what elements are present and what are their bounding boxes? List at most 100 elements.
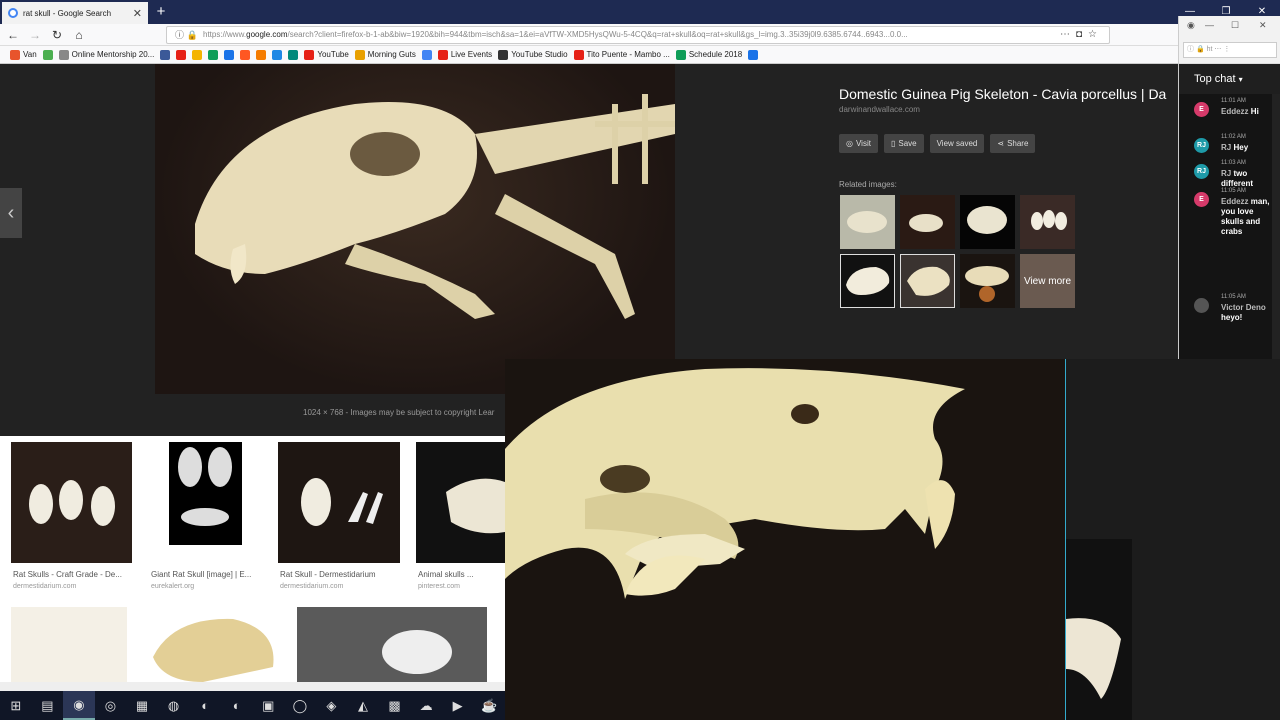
bookmark-item[interactable] (288, 49, 299, 60)
message-author[interactable]: RJ (1221, 169, 1231, 178)
result-image[interactable] (143, 607, 281, 687)
related-thumb[interactable] (1020, 195, 1075, 249)
game-icon[interactable]: ◈ (316, 691, 348, 720)
horizontal-scrollbar[interactable] (0, 682, 505, 691)
save-button[interactable]: ▯ Save (883, 134, 924, 153)
back-icon[interactable]: ← (4, 27, 22, 43)
image-dimensions: 1024 × 768 - Images may be subject to co… (303, 408, 495, 417)
avatar[interactable] (1194, 298, 1209, 313)
result-image[interactable] (149, 442, 262, 563)
bookmark-item[interactable]: YouTube Studio (498, 49, 568, 60)
message-author[interactable]: Victor Deno (1221, 303, 1266, 312)
view-more-button[interactable]: View more (1020, 254, 1075, 308)
pocket-icon[interactable]: ◘ (1076, 29, 1088, 40)
result-image[interactable] (11, 442, 132, 563)
chrome-icon[interactable]: ◯ (284, 691, 316, 720)
bookmark-item[interactable]: Online Mentorship 20... (58, 49, 154, 60)
network-icon[interactable]: ▩ (379, 691, 411, 720)
avatar[interactable]: RJ (1194, 164, 1209, 179)
related-thumb[interactable] (960, 254, 1015, 308)
obs-icon[interactable]: ◍ (158, 691, 190, 720)
bookmark-item[interactable] (272, 49, 283, 60)
result-image[interactable] (278, 442, 400, 563)
result-image[interactable] (11, 607, 127, 687)
audio-icon[interactable]: ◭ (347, 691, 379, 720)
action-label: Save (898, 139, 917, 148)
app-icon[interactable]: ▣ (253, 691, 285, 720)
windows-taskbar: ⊞ ▤ ◉ ◎ ▦ ◍ ◐ ◐ ▣ ◯ ◈ ◭ ▩ ☁ ▶ ☕ (0, 691, 505, 720)
related-thumb[interactable] (960, 195, 1015, 249)
message-text: heyo! (1221, 313, 1243, 322)
file-explorer-icon[interactable]: ▤ (32, 691, 64, 720)
bookmark-item[interactable] (192, 49, 203, 60)
blender-icon[interactable]: ◐ (189, 691, 221, 720)
bookmark-item[interactable] (240, 49, 251, 60)
bookmark-item[interactable] (160, 49, 171, 60)
message-author[interactable]: Eddezz (1221, 197, 1249, 206)
close-icon[interactable]: ✕ (1259, 20, 1267, 31)
more-icon[interactable]: ⋯ (1060, 29, 1076, 40)
bookmark-item[interactable] (176, 49, 187, 60)
soundcloud-icon[interactable]: ☁ (410, 691, 442, 720)
result-image[interactable] (416, 442, 505, 563)
notepad-icon[interactable]: ▦ (126, 691, 158, 720)
star-icon[interactable]: ☆ (1088, 29, 1103, 40)
avatar[interactable]: E (1194, 102, 1209, 117)
forward-icon[interactable]: → (26, 27, 44, 43)
view-saved-button[interactable]: View saved (929, 134, 985, 153)
davinci-icon[interactable]: ◎ (95, 691, 127, 720)
firefox-icon[interactable]: ◉ (63, 691, 95, 720)
windows-icon[interactable]: ⊞ (0, 691, 32, 720)
result-domain: dermestidarium.com (13, 583, 77, 590)
bookmark-item[interactable]: YouTube (304, 49, 349, 60)
minimize-icon[interactable]: — (1205, 20, 1214, 30)
related-thumb[interactable] (900, 254, 955, 308)
related-thumb[interactable] (840, 254, 895, 308)
action-label: View saved (936, 139, 978, 148)
bookmark-item[interactable]: Van (10, 49, 37, 60)
visit-button[interactable]: ◎ Visit (839, 134, 878, 153)
bookmark-icon (272, 49, 283, 60)
bookmark-item[interactable]: Morning Guts (354, 49, 416, 60)
image-title[interactable]: Domestic Guinea Pig Skeleton - Cavia por… (839, 86, 1179, 102)
message-author[interactable]: Eddezz (1221, 107, 1249, 116)
bookmark-icon (304, 49, 315, 60)
bookmark-item[interactable] (748, 49, 759, 60)
image-source[interactable]: darwinandwallace.com (839, 105, 1179, 114)
chat-scrollbar[interactable] (1272, 94, 1280, 359)
message-author[interactable]: RJ (1221, 143, 1231, 152)
bookmark-item[interactable] (42, 49, 53, 60)
result-image[interactable] (297, 607, 487, 687)
chat-filter-dropdown[interactable]: Top chat ▾ (1179, 64, 1280, 94)
bookmark-label: Morning Guts (367, 50, 416, 59)
home-icon[interactable]: ⌂ (70, 27, 88, 43)
related-thumb[interactable] (900, 195, 955, 249)
share-button[interactable]: ⋖ Share (990, 134, 1036, 153)
video-icon[interactable]: ▶ (442, 691, 474, 720)
guinea-pig-skeleton-image[interactable] (155, 64, 675, 394)
bookmark-item[interactable]: Tito Puente - Mambo ... (573, 49, 670, 60)
blender-icon[interactable]: ◐ (221, 691, 253, 720)
bookmark-item[interactable] (208, 49, 219, 60)
avatar[interactable]: RJ (1194, 138, 1209, 153)
previous-image-button[interactable]: ‹ (0, 188, 22, 238)
avatar[interactable]: E (1194, 192, 1209, 207)
bookmark-item[interactable] (256, 49, 267, 60)
close-tab-icon[interactable]: ✕ (133, 7, 142, 20)
bookmark-item[interactable] (224, 49, 235, 60)
address-bar[interactable]: ⓘ 🔒 https://www.google.com/search?client… (166, 26, 1110, 44)
bookmark-item[interactable]: Schedule 2018 (675, 49, 742, 60)
maximize-icon[interactable]: ☐ (1231, 20, 1239, 31)
related-thumb[interactable] (840, 195, 895, 249)
result-domain: dermestidarium.com (280, 583, 344, 590)
bookmark-item[interactable] (421, 49, 432, 60)
new-tab-button[interactable]: + (152, 2, 170, 22)
message-body: Eddezz man, you love skulls and crabs (1221, 197, 1271, 237)
chat-url-bar[interactable]: ⓘ 🔒 ht ⋯ ⋮ (1183, 42, 1277, 58)
reload-icon[interactable]: ↻ (48, 27, 66, 43)
bookmark-icon (421, 49, 432, 60)
view-more-label: View more (1023, 275, 1072, 287)
cup-icon[interactable]: ☕ (473, 691, 505, 720)
tab-google-search[interactable]: rat skull - Google Search ✕ (2, 2, 148, 24)
bookmark-item[interactable]: Live Events (437, 49, 492, 60)
